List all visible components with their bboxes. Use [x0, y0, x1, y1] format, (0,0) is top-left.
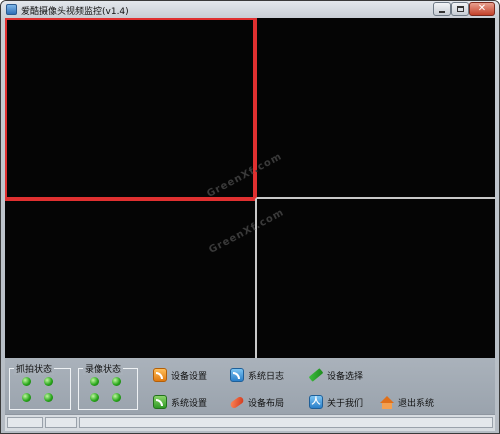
record-indicator-icon	[112, 393, 121, 402]
record-status-label: 录像状态	[83, 362, 124, 375]
title-bar[interactable]: 爱酷摄像头视频监控(v1.4) ✕	[1, 1, 499, 19]
system-settings-label: 系统设置	[171, 398, 208, 409]
system-log-label: 系统日志	[248, 371, 285, 382]
record-indicator-icon	[90, 377, 99, 386]
minimize-icon	[439, 10, 445, 13]
home-icon	[380, 395, 394, 409]
minimize-button[interactable]	[433, 2, 451, 16]
system-settings-button[interactable]: 系统设置	[153, 394, 207, 410]
about-us-label: 关于我们	[327, 398, 364, 409]
capture-indicator-icon	[22, 393, 31, 402]
device-settings-button[interactable]: 设备设置	[153, 367, 207, 383]
video-grid: GreenXf.com GreenXf.com	[5, 18, 495, 358]
brush-icon	[229, 395, 245, 409]
maximize-icon	[456, 6, 464, 12]
app-icon	[6, 4, 17, 15]
user-icon: 人	[309, 395, 323, 409]
record-indicator-icon	[112, 377, 121, 386]
capture-indicator-icon	[44, 377, 53, 386]
capture-indicator-icon	[44, 393, 53, 402]
record-indicator-icon	[90, 393, 99, 402]
exit-system-button[interactable]: 退出系统	[380, 394, 434, 410]
pencil-icon	[308, 368, 324, 382]
video-pane-2[interactable]	[255, 18, 495, 199]
device-layout-label: 设备布局	[248, 398, 285, 409]
capture-status-group: 抓拍状态	[9, 362, 71, 410]
status-cell	[79, 417, 493, 428]
about-us-button[interactable]: 人 关于我们	[309, 394, 363, 410]
capture-indicator-icon	[22, 377, 31, 386]
rss-blue-icon	[230, 368, 244, 382]
close-icon: ✕	[477, 3, 487, 14]
video-pane-4[interactable]	[255, 199, 495, 358]
close-button[interactable]: ✕	[469, 2, 495, 16]
device-select-button[interactable]: 设备选择	[308, 367, 364, 383]
capture-status-label: 抓拍状态	[14, 362, 55, 375]
record-status-group: 录像状态	[78, 362, 138, 410]
device-layout-button[interactable]: 设备布局	[229, 394, 285, 410]
status-cell	[7, 417, 43, 428]
device-settings-label: 设备设置	[171, 371, 208, 382]
system-log-button[interactable]: 系统日志	[230, 367, 284, 383]
device-select-label: 设备选择	[327, 371, 364, 382]
rss-green-icon	[153, 395, 167, 409]
rss-orange-icon	[153, 368, 167, 382]
status-bar	[5, 414, 495, 431]
exit-system-label: 退出系统	[398, 398, 435, 409]
maximize-button[interactable]	[451, 2, 469, 16]
control-panel: 抓拍状态 录像状态 设备设置 系统日志 设备选择 系统设置 设备布局 人 关于我…	[5, 358, 495, 414]
window-title: 爱酷摄像头视频监控(v1.4)	[21, 7, 129, 17]
pane-divider	[5, 199, 255, 201]
video-pane-1[interactable]	[5, 18, 255, 199]
video-pane-3[interactable]	[5, 199, 255, 358]
status-cell	[45, 417, 77, 428]
